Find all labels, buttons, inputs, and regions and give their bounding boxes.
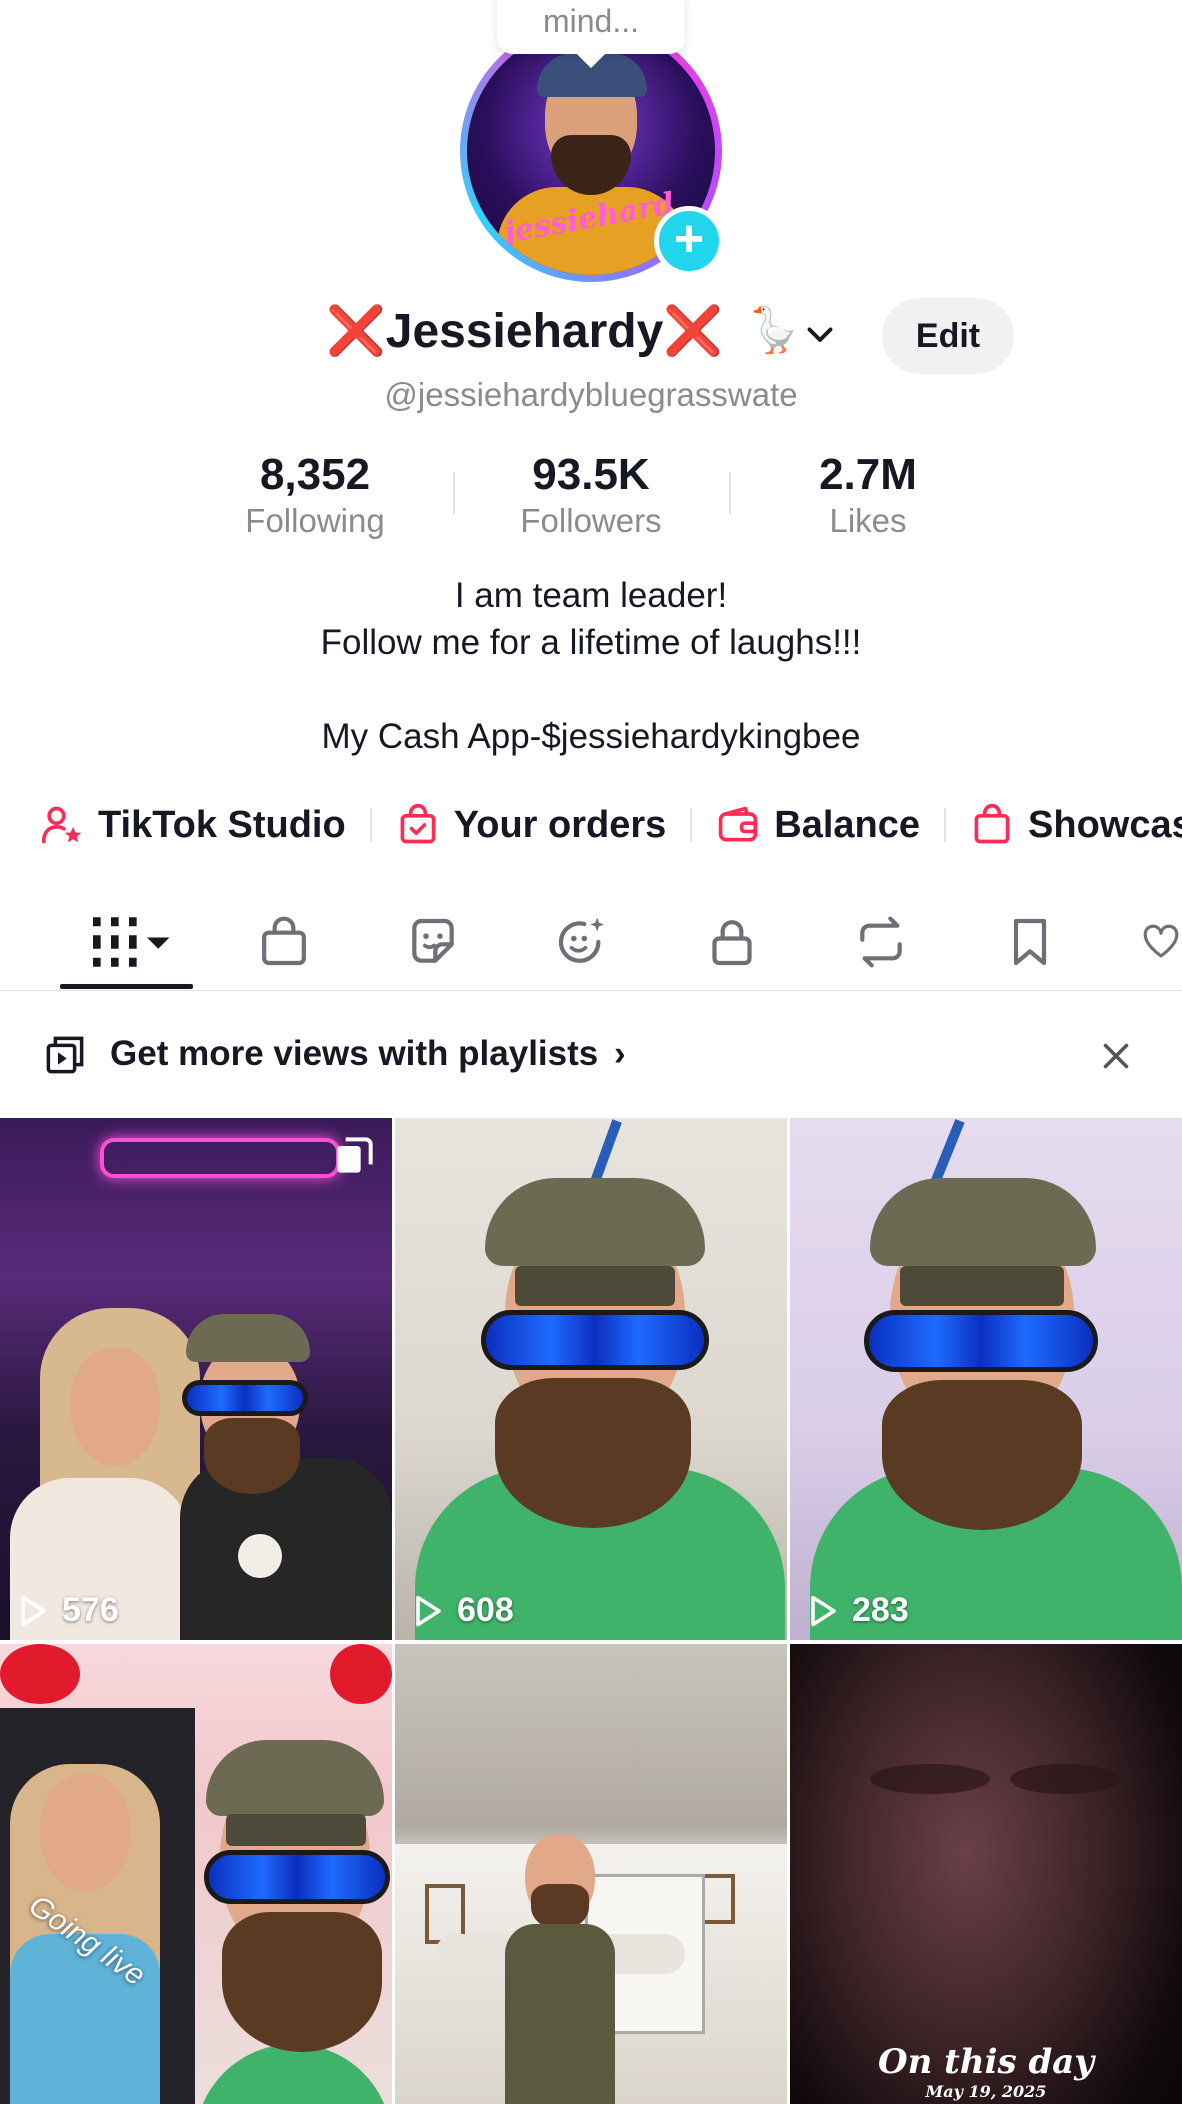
x-mark-icon: ❌ bbox=[326, 305, 386, 358]
video-thumbnail[interactable]: 576 bbox=[0, 1118, 392, 1640]
stat-label: Likes bbox=[829, 502, 907, 539]
bag-icon bbox=[262, 916, 306, 966]
x-mark-icon: ❌ bbox=[663, 305, 724, 358]
playlist-banner[interactable]: Get more views with playlists › bbox=[0, 1010, 1182, 1100]
person-star-icon bbox=[41, 806, 82, 844]
active-tab-indicator bbox=[60, 984, 193, 989]
view-count: 576 bbox=[14, 1591, 119, 1630]
bio: I am team leader! Follow me for a lifeti… bbox=[0, 572, 1182, 760]
balance-link[interactable]: Balance bbox=[716, 795, 920, 855]
stat-value: 93.5K bbox=[532, 450, 650, 499]
on-this-day-title: On this day bbox=[877, 2042, 1095, 2082]
stat-likes[interactable]: 2.7M Likes bbox=[753, 450, 983, 540]
tab-liked[interactable] bbox=[1140, 907, 1182, 977]
chevron-right-icon: › bbox=[613, 1034, 626, 1073]
content-tabs bbox=[0, 895, 1182, 991]
view-count-value: 608 bbox=[457, 1591, 514, 1629]
stat-followers[interactable]: 93.5K Followers bbox=[476, 450, 706, 540]
username-handle: @jessiehardybluegrasswate bbox=[384, 376, 798, 413]
divider bbox=[729, 472, 731, 514]
view-count: 283 bbox=[804, 1591, 909, 1630]
stat-following[interactable]: 8,352 Following bbox=[200, 450, 430, 540]
bookmark-icon bbox=[1013, 918, 1047, 966]
link-label: Balance bbox=[774, 803, 921, 846]
heart-icon bbox=[1143, 924, 1179, 958]
divider bbox=[369, 808, 372, 842]
profile-stats: 8,352 Following 93.5K Followers 2.7M Lik… bbox=[200, 450, 1000, 550]
stat-label: Following bbox=[245, 502, 385, 539]
playlist-icon bbox=[46, 1036, 84, 1074]
tab-favorites[interactable] bbox=[990, 907, 1070, 977]
repost-icon bbox=[860, 916, 902, 968]
close-icon[interactable] bbox=[1098, 1038, 1134, 1074]
tab-reposts[interactable] bbox=[841, 907, 921, 977]
add-story-button[interactable]: + bbox=[654, 206, 724, 276]
wallet-icon bbox=[719, 806, 758, 842]
edit-profile-button[interactable]: Edit bbox=[882, 298, 1014, 374]
display-name-text: Jessiehardy bbox=[385, 305, 664, 358]
shopping-bag-check-icon bbox=[400, 803, 436, 844]
status-bubble[interactable]: mind... bbox=[497, 0, 685, 54]
banner-text: Get more views with playlists › bbox=[110, 1034, 626, 1074]
video-thumbnail[interactable]: Going live bbox=[0, 1644, 392, 2104]
multi-photo-icon bbox=[337, 1137, 373, 1173]
play-icon bbox=[416, 1595, 441, 1626]
bio-line: I am team leader! bbox=[454, 576, 728, 615]
divider bbox=[944, 808, 947, 842]
divider bbox=[690, 808, 693, 842]
stat-value: 2.7M bbox=[819, 450, 917, 499]
video-grid: 576 608 283 Going live On this day May 1… bbox=[0, 1118, 1182, 2104]
link-label: Your orders bbox=[453, 803, 667, 846]
view-count: 608 bbox=[409, 1591, 514, 1630]
sparkle-face-icon bbox=[558, 917, 605, 963]
view-count-value: 283 bbox=[852, 1591, 909, 1629]
play-icon bbox=[811, 1595, 836, 1626]
divider bbox=[453, 472, 455, 514]
tab-videos[interactable] bbox=[84, 907, 174, 977]
showcase-link[interactable]: Showcase bbox=[970, 795, 1182, 855]
profile-shortcuts: TikTok Studio Your orders Balance Showca… bbox=[40, 795, 1182, 855]
stat-value: 8,352 bbox=[259, 450, 371, 499]
tiktok-studio-link[interactable]: TikTok Studio bbox=[40, 795, 346, 855]
bio-line: Follow me for a lifetime of laughs!!! bbox=[320, 623, 862, 662]
display-name: ❌Jessiehardy❌ bbox=[326, 302, 723, 359]
bio-line: My Cash App-$jessiehardykingbee bbox=[321, 717, 861, 756]
grid-icon bbox=[93, 917, 170, 967]
tab-stickers[interactable] bbox=[393, 907, 473, 977]
video-thumbnail[interactable]: On this day May 19, 2025 bbox=[790, 1644, 1182, 2104]
video-thumbnail[interactable] bbox=[395, 1644, 787, 2104]
tab-private[interactable] bbox=[692, 907, 772, 977]
link-label: Showcase bbox=[1028, 803, 1182, 846]
tab-shop[interactable] bbox=[244, 907, 324, 977]
tab-effects[interactable] bbox=[542, 907, 622, 977]
shopping-bag-icon bbox=[974, 803, 1010, 844]
goose-emoji-icon: 🪿 bbox=[746, 306, 801, 355]
view-count-value: 576 bbox=[62, 1591, 119, 1629]
on-this-day-date: May 19, 2025 bbox=[925, 2082, 1047, 2101]
status-bubble-text: mind... bbox=[542, 3, 640, 39]
banner-label: Get more views with playlists bbox=[110, 1034, 599, 1073]
chevron-down-icon[interactable] bbox=[802, 316, 838, 352]
link-label: TikTok Studio bbox=[98, 803, 346, 846]
name-row: ❌Jessiehardy❌ 🪿 Edit bbox=[0, 298, 1182, 376]
stat-label: Followers bbox=[520, 502, 662, 539]
sticker-icon bbox=[412, 918, 454, 963]
video-thumbnail[interactable]: 608 bbox=[395, 1118, 787, 1640]
your-orders-link[interactable]: Your orders bbox=[396, 795, 667, 855]
video-thumbnail[interactable]: 283 bbox=[790, 1118, 1182, 1640]
play-icon bbox=[21, 1595, 46, 1626]
lock-icon bbox=[712, 920, 752, 966]
